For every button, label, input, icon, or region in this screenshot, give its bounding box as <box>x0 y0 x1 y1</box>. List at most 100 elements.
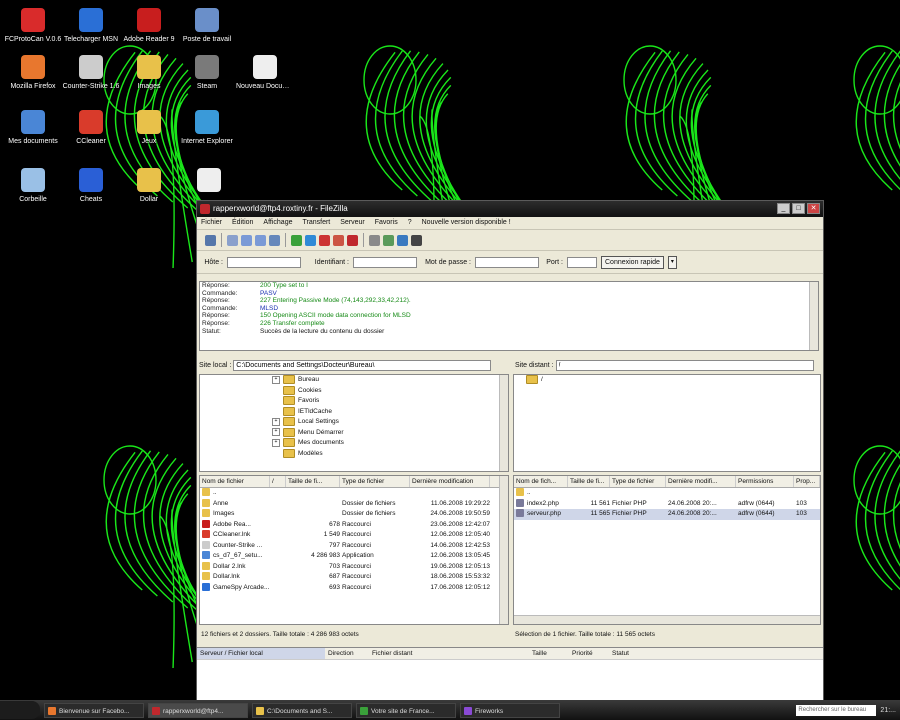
cancel-icon[interactable] <box>319 234 330 246</box>
log-scrollbar[interactable] <box>809 282 818 350</box>
expand-icon[interactable]: + <box>272 375 280 384</box>
tree-node[interactable]: Modèles <box>200 448 508 460</box>
expand-icon[interactable]: + <box>272 438 280 447</box>
desktop-icon[interactable]: Corbeille <box>4 168 62 204</box>
quickconnect-history-dropdown[interactable]: ▾ <box>667 255 677 269</box>
sync-browse-icon[interactable] <box>397 234 408 246</box>
desktop-icon[interactable]: Steam <box>178 55 236 91</box>
desktop-icon[interactable] <box>180 168 238 195</box>
column-header[interactable]: Dernière modification <box>410 476 490 487</box>
taskbar-button[interactable]: C:\Documents and S... <box>252 702 352 718</box>
menu-item[interactable]: Serveur <box>340 217 365 229</box>
tree-node[interactable]: + Bureau <box>200 375 508 386</box>
file-row[interactable]: index2.php 11 561 Fichier PHP 24.06.2008 20… <box>514 498 820 510</box>
desktop-icon[interactable]: Jeux <box>120 110 178 146</box>
desktop-icon[interactable]: Internet Explorer <box>178 110 236 146</box>
directory-listing-icon[interactable] <box>369 234 380 246</box>
username-input[interactable] <box>353 256 417 268</box>
queue-column-header[interactable]: Serveur / Fichier local <box>197 648 325 659</box>
desktop-icon[interactable]: Mes documents <box>4 110 62 146</box>
file-row[interactable]: GameSpy Arcade... 693 Raccourci 17.06.2008 … <box>200 582 508 594</box>
column-header[interactable]: Nom de fichier <box>200 476 270 487</box>
column-header[interactable]: Prop... <box>794 476 820 487</box>
remote-path-input[interactable] <box>555 360 814 371</box>
file-row[interactable]: Dollar 2.lnk 703 Raccourci 19.06.2008 12:05… <box>200 561 508 573</box>
tree-node[interactable]: IETldCache <box>200 406 508 418</box>
menu-item[interactable]: Nouvelle version disponible ! <box>422 217 511 229</box>
desktop-icon[interactable]: Images <box>120 55 178 91</box>
local-list-scrollbar[interactable] <box>499 476 508 624</box>
menu-item[interactable]: Affichage <box>263 217 292 229</box>
desktop-icon[interactable]: CCleaner <box>62 110 120 146</box>
close-button[interactable]: ✕ <box>807 203 820 214</box>
toggle-log-icon[interactable] <box>227 234 238 246</box>
queue-column-header[interactable]: Direction <box>325 648 369 659</box>
queue-column-header[interactable]: Statut <box>609 648 669 659</box>
file-row[interactable]: cs_d7_67_setu... 4 286 983 Application 12.0… <box>200 551 508 562</box>
desktop-icon[interactable]: Poste de travail <box>178 8 236 44</box>
desktop-icon[interactable]: Adobe Reader 9 <box>120 8 178 44</box>
host-input[interactable] <box>227 256 301 268</box>
expand-icon[interactable]: + <box>272 417 280 426</box>
tree-node[interactable]: + Local Settings <box>200 417 508 428</box>
menu-item[interactable]: Favoris <box>375 217 398 229</box>
queue-column-header[interactable]: Priorité <box>569 648 609 659</box>
taskbar-button[interactable]: rapperxworld@ftp4... <box>148 702 248 718</box>
desktop-icon[interactable]: Dollar <box>120 168 178 204</box>
desktop-search-input[interactable]: Rechercher sur le bureau <box>796 704 877 716</box>
tree-node[interactable]: + Mes documents <box>200 438 508 449</box>
file-row[interactable]: Counter-Strike ... 797 Raccourci 14.06.2008… <box>200 540 508 552</box>
quickconnect-button[interactable]: Connexion rapide <box>601 255 664 269</box>
remote-list-hscrollbar[interactable] <box>514 615 820 624</box>
password-input[interactable] <box>475 256 539 268</box>
toggle-tree-remote-icon[interactable] <box>255 234 266 246</box>
expand-icon[interactable]: + <box>272 428 280 436</box>
port-input[interactable] <box>567 256 597 268</box>
tree-node[interactable]: / <box>514 375 820 386</box>
tree-node[interactable]: Favoris <box>200 396 508 407</box>
column-header[interactable]: Nom de fich... <box>514 476 568 487</box>
desktop-icon[interactable]: Counter-Strike 1.6 <box>62 55 120 91</box>
desktop-icon[interactable]: FCProtoCan V.0.6 <box>4 8 62 44</box>
queue-column-header[interactable]: Fichier distant <box>369 648 529 659</box>
reconnect-icon[interactable] <box>347 234 358 246</box>
column-header[interactable]: Permissions <box>736 476 794 487</box>
desktop-icon[interactable]: Telecharger MSN <box>62 8 120 44</box>
taskbar-button[interactable]: Votre site de France... <box>356 702 456 718</box>
start-button[interactable] <box>0 701 40 719</box>
process-queue-icon[interactable] <box>305 234 316 246</box>
column-header[interactable]: / <box>270 476 286 487</box>
toggle-queue-icon[interactable] <box>269 234 280 246</box>
queue-column-header[interactable]: Taille <box>529 648 569 659</box>
window-titlebar[interactable]: rapperxworld@ftp4.roxtiny.fr - FileZilla… <box>197 201 823 217</box>
menu-item[interactable]: Transfert <box>302 217 330 229</box>
desktop-icon[interactable]: Cheats <box>62 168 120 204</box>
desktop-icon[interactable]: Mozilla Firefox <box>4 55 62 91</box>
refresh-icon[interactable] <box>291 234 302 246</box>
clock[interactable]: 21:... <box>880 707 896 714</box>
menu-item[interactable]: Édition <box>232 217 253 229</box>
file-row[interactable]: .. <box>200 488 508 499</box>
file-row[interactable]: Dollar.lnk 687 Raccourci 18.06.2008 15:53:3… <box>200 572 508 583</box>
column-header[interactable]: Taille de fi... <box>568 476 610 487</box>
site-manager-icon[interactable] <box>205 234 216 246</box>
tree-node[interactable]: Cookies <box>200 385 508 397</box>
file-row[interactable]: serveur.php 11 565 Fichier PHP 24.06.2008 2… <box>514 509 820 520</box>
search-icon[interactable] <box>411 234 422 246</box>
filter-icon[interactable] <box>383 234 394 246</box>
column-header[interactable]: Taille de fi... <box>286 476 340 487</box>
file-row[interactable]: Adobe Rea... 678 Raccourci 23.06.2008 12:42… <box>200 519 508 531</box>
taskbar-button[interactable]: Bienvenue sur Facebo... <box>44 702 144 718</box>
file-row[interactable]: Images Dossier de fichiers 24.06.2008 19:5… <box>200 509 508 520</box>
file-row[interactable]: Anne Dossier de fichiers 11.06.2008 19:29:… <box>200 498 508 510</box>
maximize-button[interactable]: □ <box>792 203 805 214</box>
menu-item[interactable]: Fichier <box>201 217 222 229</box>
toggle-tree-local-icon[interactable] <box>241 234 252 246</box>
minimize-button[interactable]: _ <box>777 203 790 214</box>
column-header[interactable]: Dernière modifi... <box>666 476 736 487</box>
column-header[interactable]: Type de fichier <box>610 476 666 487</box>
local-path-input[interactable] <box>233 360 492 371</box>
taskbar-button[interactable]: Fireworks <box>460 702 560 718</box>
file-row[interactable]: .. <box>514 488 820 499</box>
column-header[interactable]: Type de fichier <box>340 476 410 487</box>
